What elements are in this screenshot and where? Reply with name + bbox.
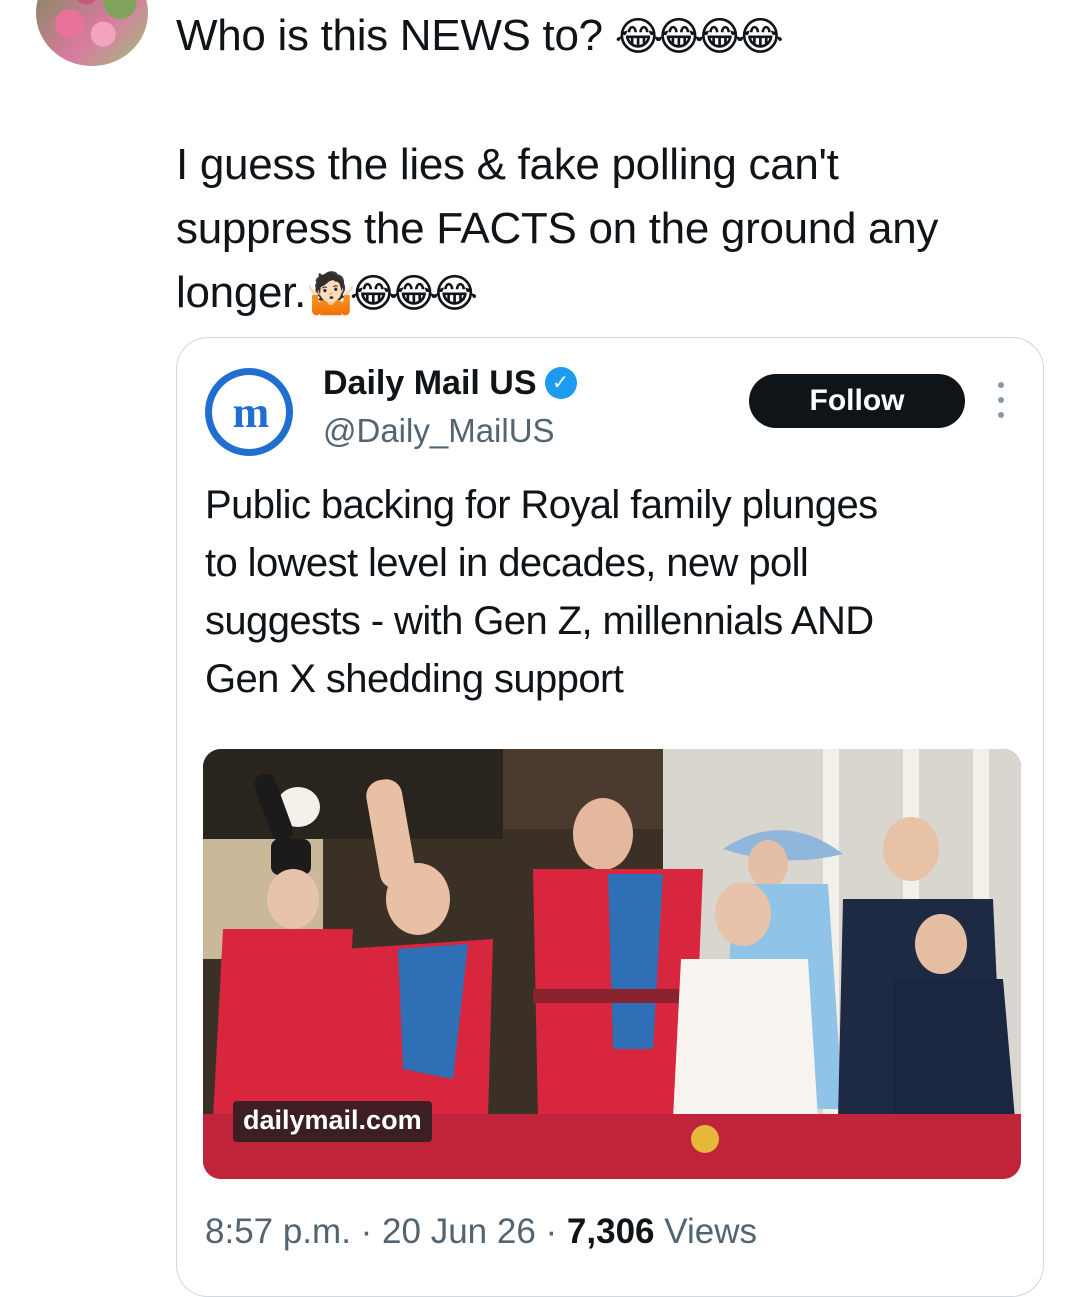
shrug-laughing-emoji-group: 🤷🏻😂😂😂 <box>306 272 478 316</box>
views-label: Views <box>664 1212 757 1251</box>
tweet-line-3: suppress the FACTS on the ground any <box>176 204 939 253</box>
quoted-author-handle[interactable]: @Daily_MailUS <box>323 410 555 452</box>
follow-button[interactable]: Follow <box>749 374 965 428</box>
article-photo[interactable]: dailymail.com <box>203 749 1021 1179</box>
tweet-spacer <box>176 69 1056 133</box>
tweet-date[interactable]: 20 Jun 26 <box>382 1212 536 1251</box>
views-count: 7,306 <box>566 1212 655 1251</box>
quoted-tweet-card[interactable]: m Daily Mail US ✓ @Daily_MailUS Follow P… <box>176 337 1044 1297</box>
quoted-author-name[interactable]: Daily Mail US ✓ <box>323 362 577 404</box>
quoted-tweet-headline: Public backing for Royal family plunges … <box>205 483 878 701</box>
verified-badge-icon: ✓ <box>544 367 577 399</box>
laughing-emoji-group: 😂😂😂😂 <box>614 15 784 59</box>
daily-mail-avatar[interactable]: m <box>205 368 293 456</box>
tweet-line-4: longer.🤷🏻😂😂😂 <box>176 268 478 317</box>
daily-mail-logo-icon: m <box>232 387 270 437</box>
tweet-line-1: Who is this NEWS to? 😂😂😂😂 <box>176 11 784 60</box>
more-options-icon[interactable] <box>991 382 1011 418</box>
tweet-time[interactable]: 8:57 p.m. <box>205 1212 351 1251</box>
tweet-text: Who is this NEWS to? 😂😂😂😂 I guess the li… <box>176 4 1056 326</box>
image-source-badge: dailymail.com <box>233 1101 432 1142</box>
tweet-line-2: I guess the lies & fake polling can't <box>176 140 839 189</box>
author-avatar[interactable] <box>36 0 148 66</box>
tweet-meta: 8:57 p.m. · 20 Jun 26 · 7,306 Views <box>205 1212 757 1251</box>
